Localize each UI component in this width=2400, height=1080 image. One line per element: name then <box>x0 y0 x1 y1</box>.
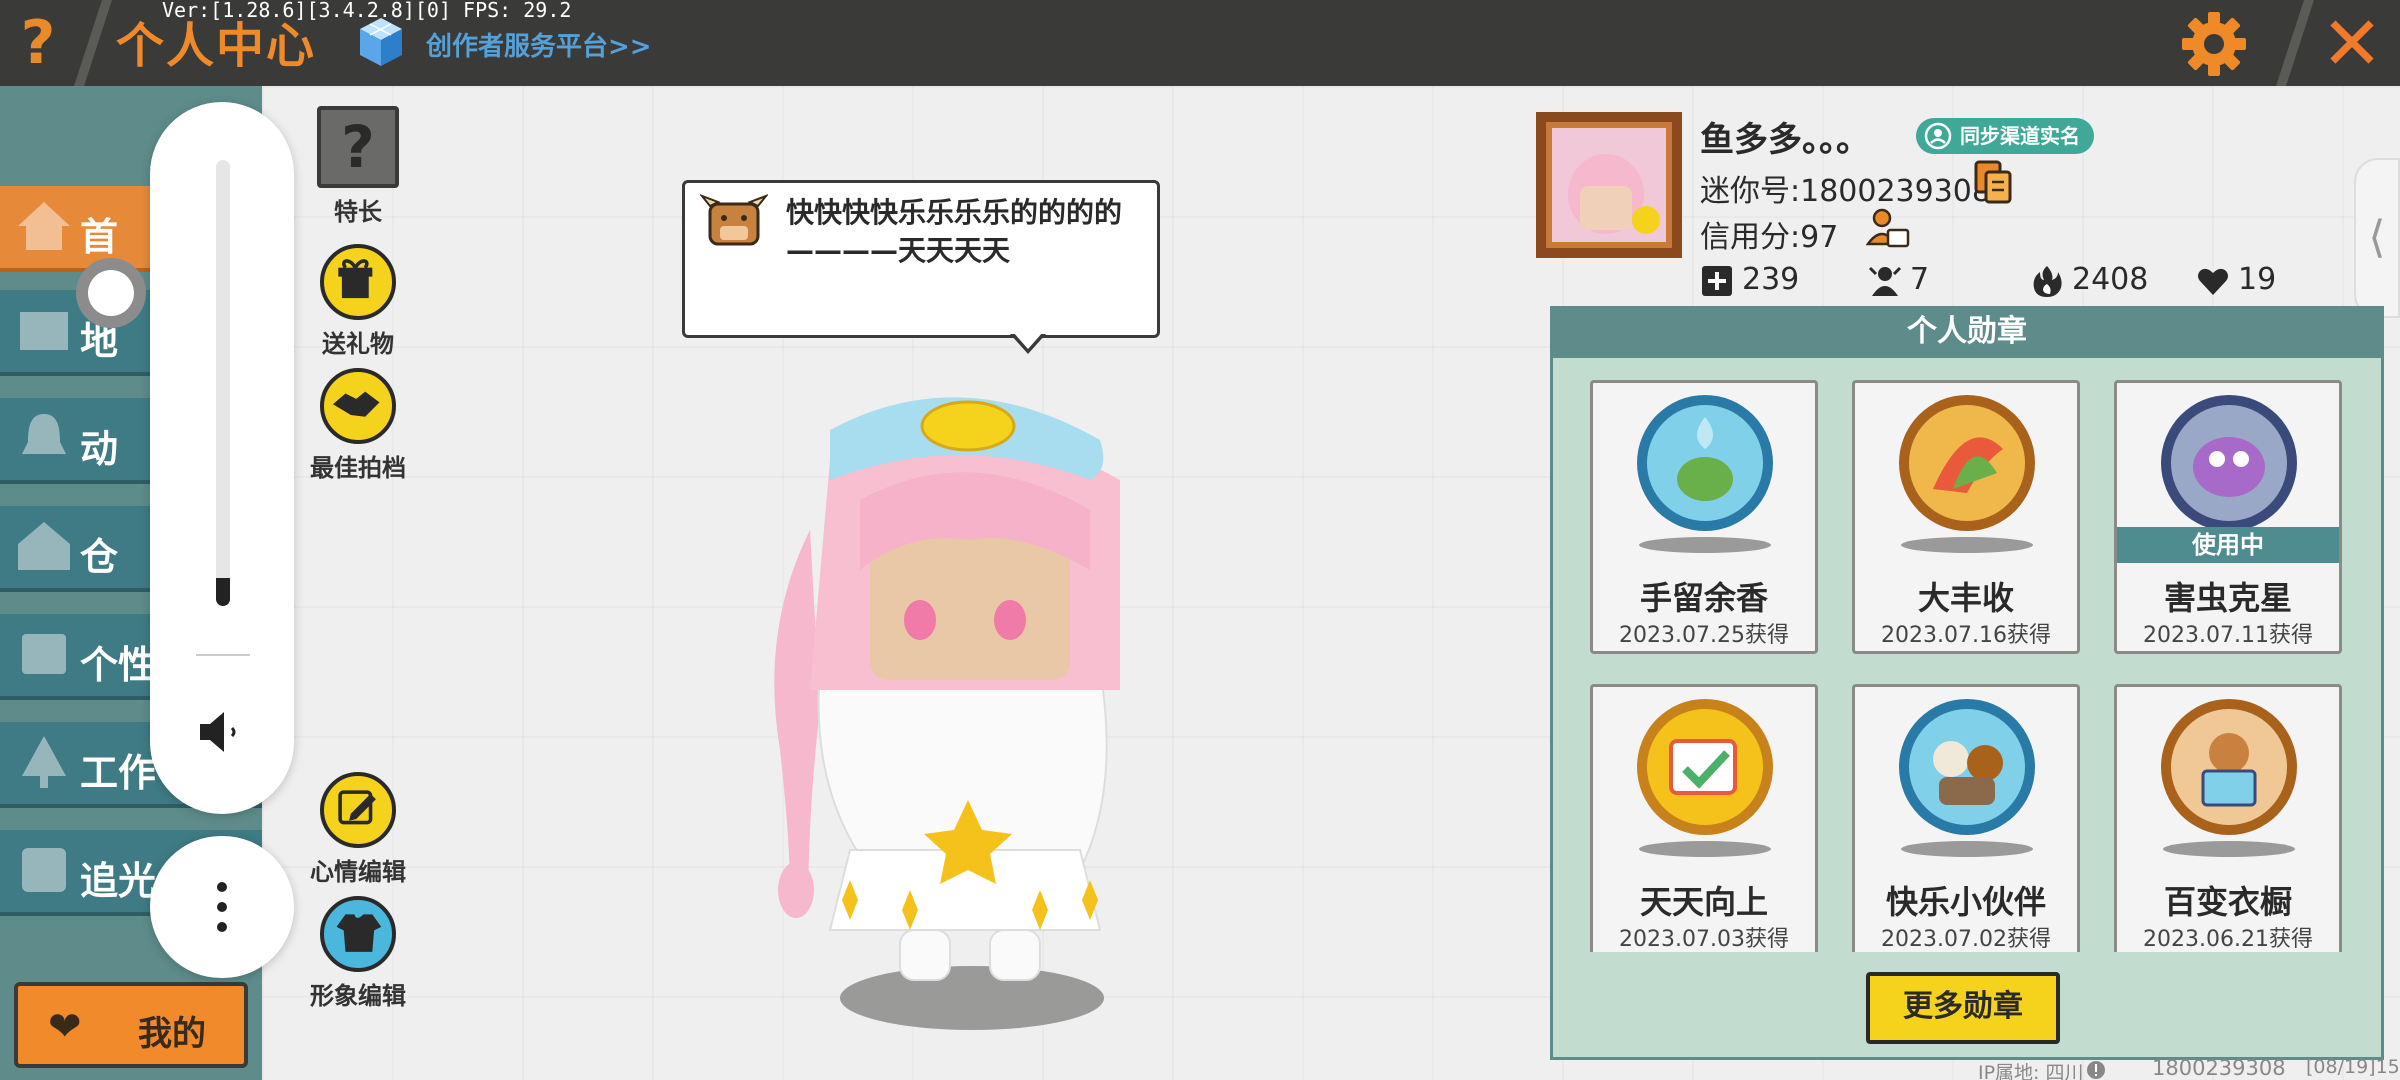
user-check-icon <box>1924 122 1952 150</box>
mini-id: 迷你号:1800239308 <box>1700 174 1991 209</box>
verify-realname-button[interactable]: 同步渠道实名 <box>1916 118 2094 154</box>
in-use-badge: 使用中 <box>2117 527 2339 563</box>
handshake-icon <box>320 368 396 444</box>
medal-name: 手留余香 <box>1639 579 1768 617</box>
best-partner-button[interactable]: 最佳拍档 <box>308 368 408 483</box>
star-icon <box>22 848 66 892</box>
medal-date: 2023.07.02获得 <box>1881 927 2051 952</box>
medal-date: 2023.07.16获得 <box>1881 623 2051 648</box>
medal-icon <box>2161 699 2297 857</box>
mood-text: 快快快快乐乐乐乐的的的的————天天天天 <box>786 196 1123 267</box>
medal-name: 大丰收 <box>1917 579 2014 617</box>
sidebar-item-label: 追光 <box>80 859 157 903</box>
medal-card[interactable]: 手留余香 2023.07.25获得 <box>1590 380 1818 654</box>
more-medals-button[interactable]: 更多勋章 <box>1866 972 2060 1044</box>
volume-level <box>216 578 230 606</box>
medal-card[interactable]: 快乐小伙伴 2023.07.02获得 <box>1852 684 2080 952</box>
medal-name: 天天向上 <box>1639 883 1768 921</box>
creator-platform-link[interactable]: 创作者服务平台>> <box>426 26 652 63</box>
edit-icon <box>320 772 396 848</box>
house-icon <box>18 202 70 250</box>
help-button[interactable]: ? <box>8 8 68 78</box>
best-partner-label: 最佳拍档 <box>310 454 406 482</box>
outfit-edit-button[interactable]: 形象编辑 <box>308 896 408 1011</box>
outfit-icon <box>320 896 396 972</box>
cube-icon[interactable] <box>358 16 404 68</box>
medal-icon <box>1899 699 2035 857</box>
medal-name: 百变衣橱 <box>2163 883 2292 921</box>
question-icon: ? <box>317 106 399 188</box>
mine-button[interactable]: ❤ 我的 <box>14 982 248 1068</box>
profile-portrait[interactable] <box>1536 112 1682 258</box>
fans-icon <box>1868 266 1902 296</box>
medal-card[interactable]: 天天向上 2023.07.03获得 <box>1590 684 1818 952</box>
medal-icon <box>1637 699 1773 857</box>
skill-label: 特长 <box>334 198 382 226</box>
verify-label: 同步渠道实名 <box>1960 124 2080 148</box>
medal-panel-title: 个人勋章 <box>1550 306 2384 358</box>
fire-icon <box>2033 266 2062 297</box>
gear-icon[interactable] <box>2180 10 2248 78</box>
medal-icon <box>1637 395 1773 553</box>
close-button[interactable]: ✕ <box>2312 4 2392 84</box>
cow-emoji-icon <box>700 194 768 246</box>
ip-location: IP属地: 四川 <box>1978 1062 2084 1080</box>
medal-date: 2023.06.21获得 <box>2143 927 2313 952</box>
medal-date: 2023.07.03获得 <box>1619 927 1789 952</box>
credit-score: 信用分:97 <box>1700 220 1839 255</box>
medal-date: 2023.07.11获得 <box>2143 623 2313 648</box>
sidebar-item-label: 首 <box>80 215 119 259</box>
send-gift-label: 送礼物 <box>322 330 394 358</box>
medal-icon <box>1899 395 2035 553</box>
medal-card[interactable]: 使用中 害虫克星 2023.07.11获得 <box>2114 380 2342 654</box>
skill-button[interactable]: ? 特长 <box>308 106 408 227</box>
speaker-icon[interactable] <box>196 706 248 758</box>
bell-icon <box>22 414 66 454</box>
medal-name: 快乐小伙伴 <box>1885 883 2046 921</box>
gift-icon <box>320 244 396 320</box>
character-icon <box>22 634 66 674</box>
divider <box>196 654 250 656</box>
tree-icon <box>22 736 66 788</box>
mine-label: 我的 <box>138 1014 206 1054</box>
sidebar-item-label: 工作 <box>80 751 157 795</box>
side-panel-tab[interactable]: ⟨ <box>2354 158 2400 318</box>
more-vertical-icon[interactable] <box>214 880 230 934</box>
send-gift-button[interactable]: 送礼物 <box>308 244 408 359</box>
nickname: 鱼多多。。。 <box>1700 120 1870 160</box>
player-avatar[interactable] <box>720 370 1140 1050</box>
touch-indicator <box>76 258 146 328</box>
medal-name: 害虫克星 <box>2163 579 2292 617</box>
medal-card[interactable]: 大丰收 2023.07.16获得 <box>1852 380 2080 654</box>
copy-icon[interactable] <box>1974 160 2012 204</box>
sidebar-item-label: 个性 <box>80 643 157 687</box>
map-icon <box>20 312 68 350</box>
bubble-tail <box>1013 332 1043 349</box>
medal-card[interactable]: 百变衣橱 2023.06.21获得 <box>2114 684 2342 952</box>
outfit-edit-label: 形象编辑 <box>310 982 406 1010</box>
mood-edit-button[interactable]: 心情编辑 <box>308 772 408 887</box>
sidebar-item-label: 仓 <box>80 535 119 579</box>
footer-date: [08/19]15 <box>2306 1056 2400 1078</box>
medal-grid[interactable]: 手留余香 2023.07.25获得 大丰收 2023.07.16获得 使用中 害… <box>1580 374 2354 952</box>
info-icon[interactable] <box>2086 1060 2106 1080</box>
user-card-icon[interactable] <box>1866 206 1910 250</box>
sidebar-item-label: 动 <box>80 427 119 471</box>
footer-id: 1800239308 <box>2152 1056 2286 1080</box>
plus-box-icon <box>1702 266 1732 296</box>
mood-edit-label: 心情编辑 <box>310 858 406 886</box>
house-icon <box>18 522 70 570</box>
medal-date: 2023.07.25获得 <box>1619 623 1789 648</box>
volume-slider[interactable] <box>216 160 230 606</box>
heart-icon <box>2198 268 2228 295</box>
heart-icon: ❤ <box>48 1004 82 1050</box>
